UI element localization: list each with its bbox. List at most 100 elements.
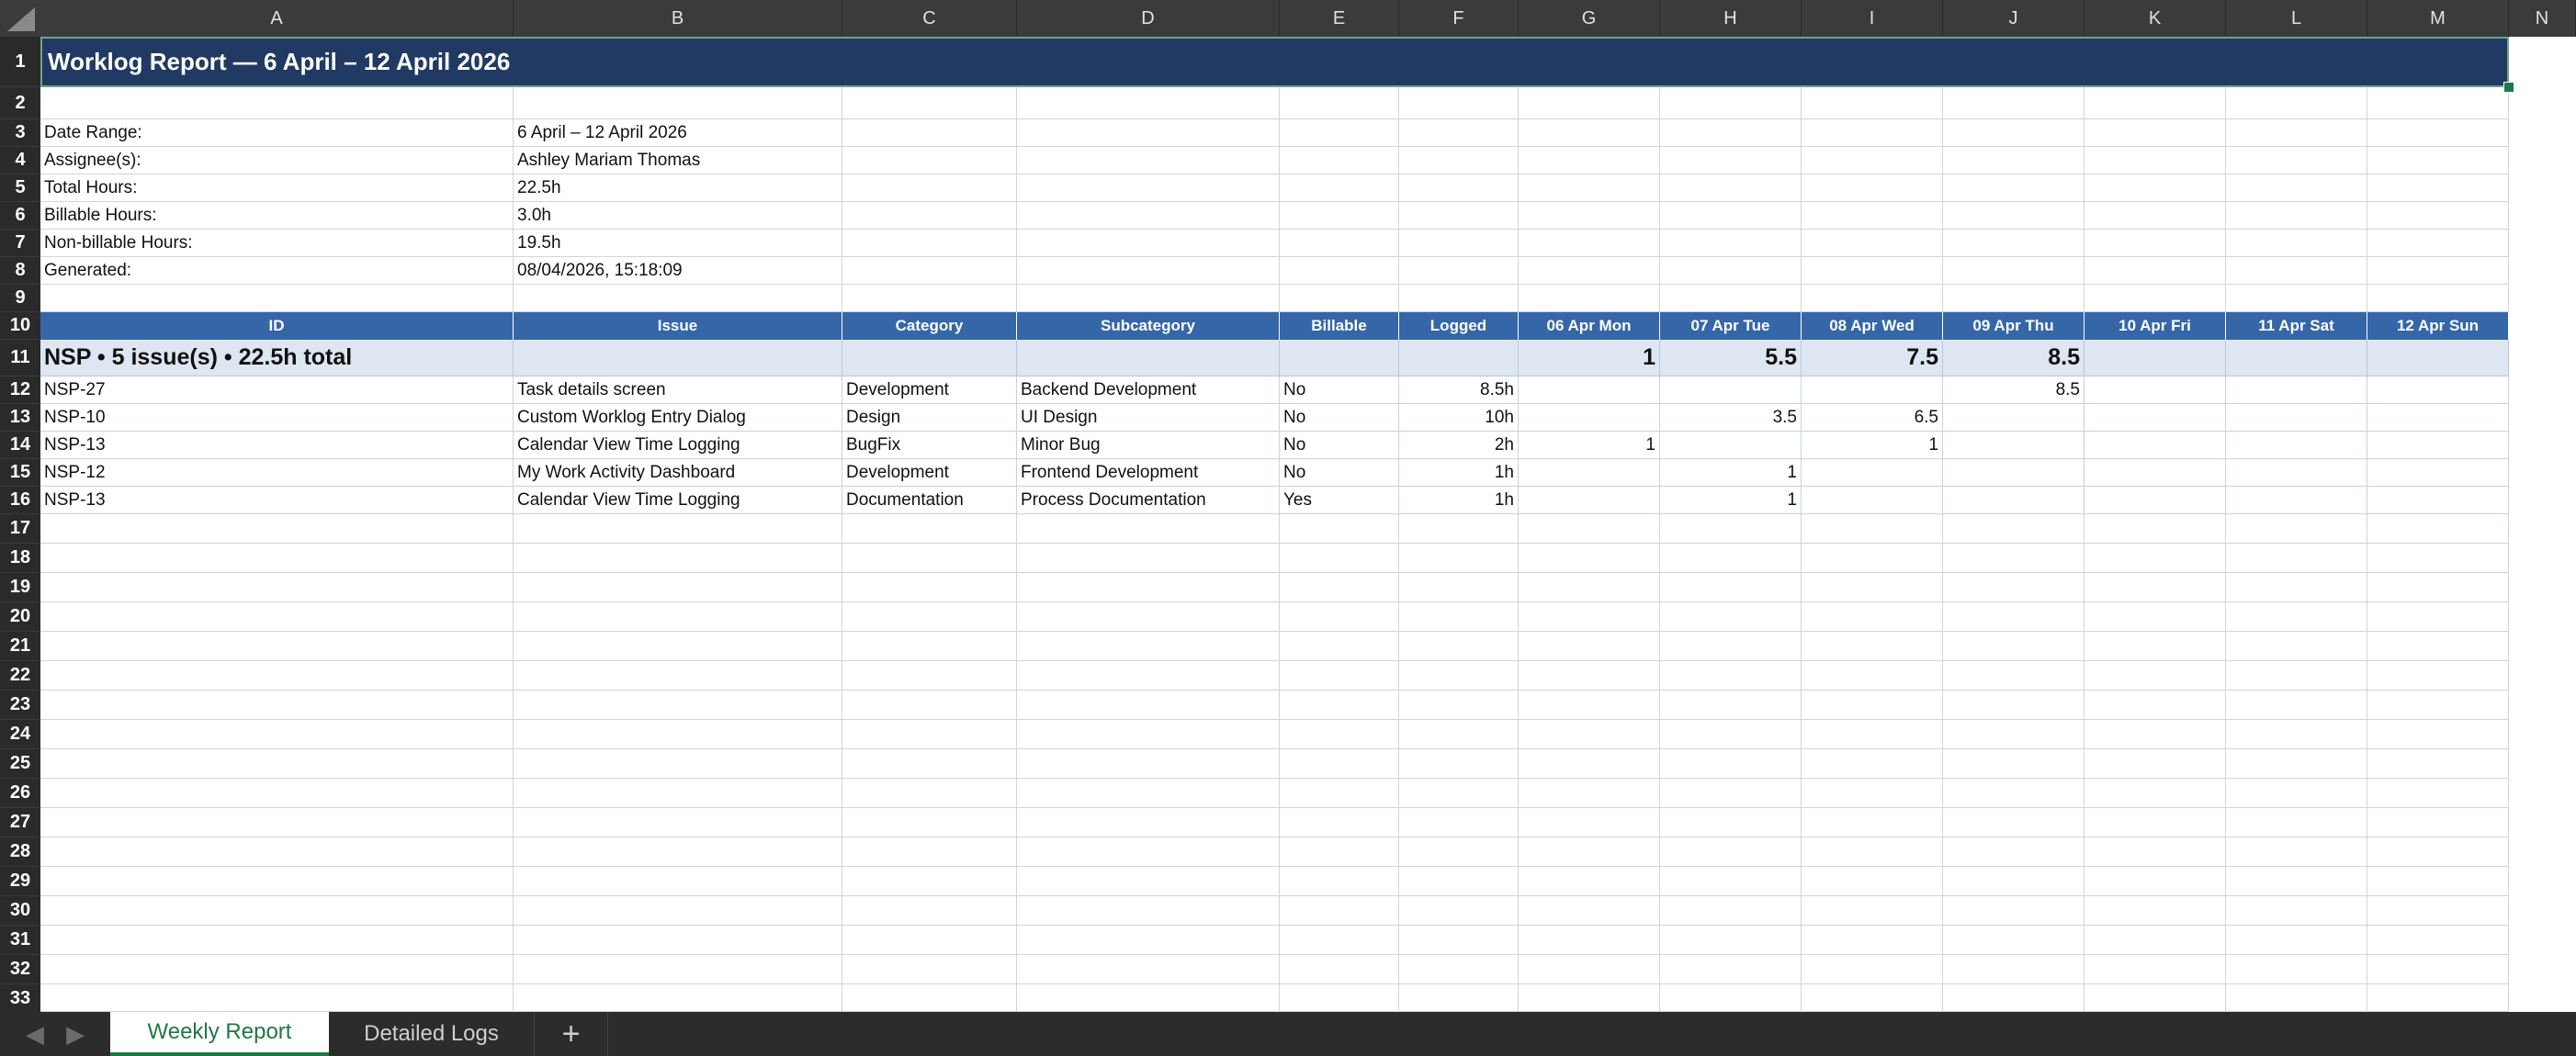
row-header-7[interactable]: 7 bbox=[0, 230, 40, 257]
row-header-22[interactable]: 22 bbox=[0, 661, 40, 691]
table-cell-issue[interactable]: Calendar View Time Logging bbox=[514, 432, 842, 459]
table-header-cell[interactable]: 06 Apr Mon bbox=[1519, 312, 1660, 340]
row-header-23[interactable]: 23 bbox=[0, 691, 40, 720]
summary-value[interactable]: 08/04/2026, 15:18:09 bbox=[514, 257, 842, 285]
row-header-29[interactable]: 29 bbox=[0, 867, 40, 896]
table-cell-subcategory[interactable]: Process Documentation bbox=[1017, 487, 1280, 514]
group-empty-cell[interactable] bbox=[1280, 340, 1399, 376]
table-header-cell[interactable]: 10 Apr Fri bbox=[2085, 312, 2226, 340]
table-header-cell[interactable]: 08 Apr Wed bbox=[1802, 312, 1943, 340]
summary-label[interactable]: Assignee(s): bbox=[40, 147, 514, 174]
group-empty-cell[interactable] bbox=[1017, 340, 1280, 376]
table-cell-category[interactable]: Development bbox=[842, 376, 1017, 404]
next-sheet-arrow-icon[interactable]: ▶ bbox=[59, 1012, 92, 1056]
group-empty-cell[interactable] bbox=[1399, 340, 1519, 376]
table-cell-j[interactable] bbox=[1943, 404, 2085, 432]
row-header-20[interactable]: 20 bbox=[0, 602, 40, 632]
table-cell-empty[interactable] bbox=[2226, 459, 2367, 487]
summary-label[interactable]: Date Range: bbox=[40, 119, 514, 147]
table-cell-h[interactable]: 1 bbox=[1660, 487, 1802, 514]
table-cell-issue[interactable]: Calendar View Time Logging bbox=[514, 487, 842, 514]
column-header-m[interactable]: M bbox=[2367, 0, 2509, 37]
table-cell-empty[interactable] bbox=[2226, 376, 2367, 404]
row-header-12[interactable]: 12 bbox=[0, 376, 40, 404]
table-cell-h[interactable] bbox=[1660, 376, 1802, 404]
row-header-31[interactable]: 31 bbox=[0, 926, 40, 955]
table-cell-i[interactable] bbox=[1802, 487, 1943, 514]
table-cell-g[interactable] bbox=[1519, 459, 1660, 487]
column-header-e[interactable]: E bbox=[1280, 0, 1399, 37]
table-cell-billable[interactable]: Yes bbox=[1280, 487, 1399, 514]
column-header-a[interactable]: A bbox=[40, 0, 514, 37]
row-header-27[interactable]: 27 bbox=[0, 808, 40, 837]
table-cell-logged[interactable]: 10h bbox=[1399, 404, 1519, 432]
row-header-32[interactable]: 32 bbox=[0, 955, 40, 984]
table-cell-g[interactable]: 1 bbox=[1519, 432, 1660, 459]
group-day-total[interactable]: 7.5 bbox=[1802, 340, 1943, 376]
table-cell-h[interactable]: 1 bbox=[1660, 459, 1802, 487]
row-header-18[interactable]: 18 bbox=[0, 544, 40, 573]
group-empty-cell[interactable] bbox=[842, 340, 1017, 376]
summary-value[interactable]: 19.5h bbox=[514, 230, 842, 257]
column-header-l[interactable]: L bbox=[2226, 0, 2367, 37]
table-cell-subcategory[interactable]: Backend Development bbox=[1017, 376, 1280, 404]
row-header-4[interactable]: 4 bbox=[0, 147, 40, 174]
table-header-cell[interactable]: 12 Apr Sun bbox=[2367, 312, 2509, 340]
row-header-26[interactable]: 26 bbox=[0, 779, 40, 808]
table-cell-billable[interactable]: No bbox=[1280, 459, 1399, 487]
table-cell-g[interactable] bbox=[1519, 376, 1660, 404]
row-header-3[interactable]: 3 bbox=[0, 119, 40, 147]
table-header-cell[interactable]: ID bbox=[40, 312, 514, 340]
table-cell-j[interactable] bbox=[1943, 432, 2085, 459]
summary-label[interactable]: Billable Hours: bbox=[40, 202, 514, 230]
column-header-n[interactable]: N bbox=[2509, 0, 2576, 37]
row-header-30[interactable]: 30 bbox=[0, 896, 40, 926]
table-cell-j[interactable] bbox=[1943, 459, 2085, 487]
table-header-cell[interactable]: Logged bbox=[1399, 312, 1519, 340]
table-cell-empty[interactable] bbox=[2367, 487, 2509, 514]
summary-value[interactable]: 6 April – 12 April 2026 bbox=[514, 119, 842, 147]
row-header-6[interactable]: 6 bbox=[0, 202, 40, 230]
table-header-cell[interactable]: Subcategory bbox=[1017, 312, 1280, 340]
row-header-13[interactable]: 13 bbox=[0, 404, 40, 432]
table-cell-j[interactable]: 8.5 bbox=[1943, 376, 2085, 404]
group-day-total[interactable]: 1 bbox=[1519, 340, 1660, 376]
table-cell-logged[interactable]: 2h bbox=[1399, 432, 1519, 459]
row-header-10[interactable]: 10 bbox=[0, 312, 40, 340]
table-header-cell[interactable]: Billable bbox=[1280, 312, 1399, 340]
table-cell-billable[interactable]: No bbox=[1280, 376, 1399, 404]
row-header-25[interactable]: 25 bbox=[0, 749, 40, 779]
table-cell-id[interactable]: NSP-10 bbox=[40, 404, 514, 432]
table-cell-issue[interactable]: My Work Activity Dashboard bbox=[514, 459, 842, 487]
table-cell-empty[interactable] bbox=[2367, 376, 2509, 404]
row-header-15[interactable]: 15 bbox=[0, 459, 40, 487]
group-empty-cell[interactable] bbox=[2226, 340, 2367, 376]
table-cell-g[interactable] bbox=[1519, 487, 1660, 514]
table-cell-category[interactable]: Design bbox=[842, 404, 1017, 432]
table-cell-id[interactable]: NSP-13 bbox=[40, 487, 514, 514]
table-cell-issue[interactable]: Custom Worklog Entry Dialog bbox=[514, 404, 842, 432]
column-header-j[interactable]: J bbox=[1943, 0, 2085, 37]
summary-value[interactable]: 3.0h bbox=[514, 202, 842, 230]
table-cell-i[interactable] bbox=[1802, 459, 1943, 487]
summary-value[interactable]: Ashley Mariam Thomas bbox=[514, 147, 842, 174]
table-cell-j[interactable] bbox=[1943, 487, 2085, 514]
row-header-33[interactable]: 33 bbox=[0, 984, 40, 1014]
table-cell-g[interactable] bbox=[1519, 404, 1660, 432]
table-header-cell[interactable]: Category bbox=[842, 312, 1017, 340]
table-cell-h[interactable] bbox=[1660, 432, 1802, 459]
row-header-28[interactable]: 28 bbox=[0, 837, 40, 867]
summary-label[interactable]: Total Hours: bbox=[40, 174, 514, 202]
row-header-1[interactable]: 1 bbox=[0, 37, 40, 87]
table-header-cell[interactable]: Issue bbox=[514, 312, 842, 340]
table-cell-empty[interactable] bbox=[2085, 432, 2226, 459]
row-header-14[interactable]: 14 bbox=[0, 432, 40, 459]
table-cell-logged[interactable]: 8.5h bbox=[1399, 376, 1519, 404]
group-empty-cell[interactable] bbox=[2367, 340, 2509, 376]
row-header-5[interactable]: 5 bbox=[0, 174, 40, 202]
row-header-9[interactable]: 9 bbox=[0, 285, 40, 312]
table-cell-id[interactable]: NSP-12 bbox=[40, 459, 514, 487]
table-cell-logged[interactable]: 1h bbox=[1399, 487, 1519, 514]
row-header-2[interactable]: 2 bbox=[0, 87, 40, 119]
table-cell-subcategory[interactable]: Frontend Development bbox=[1017, 459, 1280, 487]
